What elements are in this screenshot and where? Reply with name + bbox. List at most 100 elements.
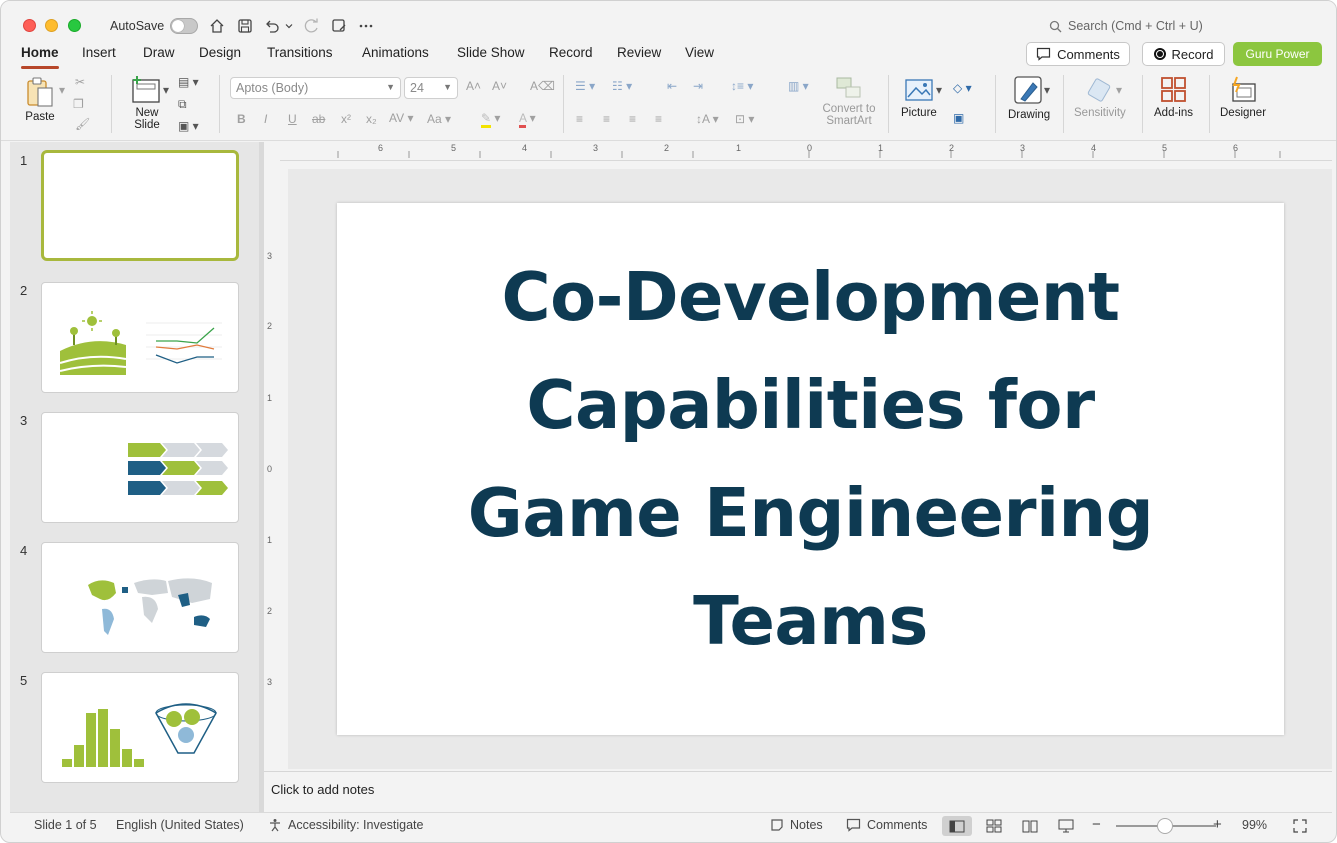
strikethrough-icon[interactable]: ab: [312, 112, 325, 126]
reset-icon[interactable]: ⧉: [178, 97, 187, 112]
drawing-button[interactable]: Drawing: [1008, 75, 1050, 121]
slide-title-line: Co-Development: [501, 258, 1120, 336]
save-as-icon[interactable]: [328, 15, 350, 37]
slide-thumbnail-4[interactable]: [41, 542, 239, 653]
tab-animations[interactable]: Animations: [362, 45, 429, 67]
tab-review[interactable]: Review: [617, 45, 661, 67]
zoom-in-icon[interactable]: +: [1213, 816, 1222, 833]
comments-button[interactable]: Comments: [1026, 42, 1130, 66]
home-icon[interactable]: [206, 15, 228, 37]
decrease-font-icon[interactable]: A˅: [492, 79, 507, 93]
bold-icon[interactable]: B: [237, 112, 246, 126]
convert-smartart-button[interactable]: Convert to SmartArt: [819, 75, 879, 127]
highlight-icon[interactable]: ✎ ▾: [481, 111, 500, 128]
cut-icon[interactable]: ✂: [75, 75, 85, 89]
guru-power-button[interactable]: Guru Power: [1233, 42, 1322, 66]
slide-title[interactable]: Co-Development Capabilities for Game Eng…: [437, 243, 1184, 675]
accessibility-label: Accessibility: Investigate: [288, 818, 424, 832]
slide-thumbnail-1[interactable]: [41, 150, 239, 261]
tab-design[interactable]: Design: [199, 45, 241, 67]
tab-home[interactable]: Home: [21, 45, 59, 69]
font-color-icon[interactable]: A ▾: [519, 111, 536, 128]
record-icon: [1153, 48, 1166, 60]
subscript-icon[interactable]: x₂: [366, 112, 377, 126]
picture-button[interactable]: Picture: [901, 75, 937, 119]
paste-dropdown-icon[interactable]: ▾: [59, 83, 65, 97]
bullets-icon[interactable]: ☰ ▾: [575, 79, 595, 93]
record-button[interactable]: Record: [1142, 42, 1225, 66]
notes-toggle[interactable]: Notes: [770, 818, 823, 832]
align-right-icon[interactable]: ≡: [629, 112, 636, 126]
paste-button[interactable]: Paste: [23, 75, 57, 123]
notes-pane[interactable]: Click to add notes: [264, 771, 1332, 811]
search-icon: [1049, 20, 1062, 32]
shapes-icon[interactable]: ◇ ▾: [953, 81, 972, 95]
slideshow-view-button[interactable]: [1051, 816, 1081, 836]
superscript-icon[interactable]: x²: [341, 112, 351, 126]
tab-insert[interactable]: Insert: [82, 45, 116, 67]
tab-draw[interactable]: Draw: [143, 45, 175, 67]
columns-icon[interactable]: ▥ ▾: [788, 79, 809, 93]
new-slide-dropdown-icon[interactable]: ▾: [163, 83, 169, 97]
slide-sorter-button[interactable]: [979, 816, 1009, 836]
close-window-button[interactable]: [23, 19, 36, 32]
increase-font-icon[interactable]: A˄: [466, 79, 481, 93]
search-box[interactable]: Search (Cmd + Ctrl + U): [1049, 19, 1203, 33]
font-name-select[interactable]: Aptos (Body) ▼: [230, 77, 401, 99]
tab-record[interactable]: Record: [549, 45, 593, 67]
zoom-out-icon[interactable]: −: [1092, 816, 1101, 833]
zoom-level[interactable]: 99%: [1242, 818, 1267, 832]
reading-view-button[interactable]: [1015, 816, 1045, 836]
save-icon[interactable]: [234, 15, 256, 37]
picture-dropdown-icon[interactable]: ▾: [936, 83, 942, 97]
normal-view-button[interactable]: [942, 816, 972, 836]
character-spacing-icon[interactable]: AV ▾: [389, 111, 413, 125]
fit-to-window-button[interactable]: [1285, 816, 1315, 836]
zoom-window-button[interactable]: [68, 19, 81, 32]
sensitivity-button[interactable]: Sensitivity: [1074, 75, 1126, 119]
justify-icon[interactable]: ≡: [655, 112, 662, 126]
increase-indent-icon[interactable]: ⇥: [693, 79, 703, 93]
text-box-icon[interactable]: ▣: [953, 111, 964, 125]
zoom-slider-knob[interactable]: [1157, 818, 1173, 834]
minimize-window-button[interactable]: [45, 19, 58, 32]
undo-icon[interactable]: [261, 15, 283, 37]
slide-thumbnail-5[interactable]: [41, 672, 239, 783]
copy-icon[interactable]: ❐: [73, 97, 84, 111]
tab-slide-show[interactable]: Slide Show: [457, 45, 525, 67]
section-icon[interactable]: ▣ ▾: [178, 119, 199, 133]
font-size-select[interactable]: 24 ▼: [404, 77, 458, 99]
underline-icon[interactable]: U: [288, 112, 297, 126]
new-slide-button[interactable]: New Slide: [127, 75, 167, 131]
format-painter-icon[interactable]: 🖌: [75, 117, 90, 131]
align-left-icon[interactable]: ≡: [576, 112, 583, 126]
redo-icon[interactable]: [301, 15, 323, 37]
designer-button[interactable]: Designer: [1220, 75, 1266, 119]
accessibility-status[interactable]: Accessibility: Investigate: [268, 818, 423, 832]
italic-icon[interactable]: I: [264, 112, 267, 126]
undo-dropdown-icon[interactable]: [282, 15, 296, 37]
numbering-icon[interactable]: ☷ ▾: [612, 79, 632, 93]
layout-icon[interactable]: ▤ ▾: [178, 75, 199, 89]
drawing-dropdown-icon[interactable]: ▾: [1044, 83, 1050, 97]
text-direction-icon[interactable]: ↕A ▾: [696, 112, 719, 126]
tab-transitions[interactable]: Transitions: [267, 45, 333, 67]
decrease-indent-icon[interactable]: ⇤: [667, 79, 677, 93]
align-text-icon[interactable]: ⊡ ▾: [735, 112, 754, 126]
clear-formatting-icon[interactable]: A⌫: [530, 79, 555, 93]
language-status[interactable]: English (United States): [116, 818, 244, 832]
align-center-icon[interactable]: ≡: [603, 112, 610, 126]
change-case-icon[interactable]: Aa ▾: [427, 112, 451, 126]
line-spacing-icon[interactable]: ↕≡ ▾: [731, 79, 753, 93]
record-button-label: Record: [1171, 46, 1214, 62]
slide-thumbnail-2[interactable]: [41, 282, 239, 393]
slide-thumbnail-3[interactable]: [41, 412, 239, 523]
addins-button[interactable]: Add-ins: [1154, 75, 1193, 119]
sensitivity-dropdown-icon[interactable]: ▾: [1116, 83, 1122, 97]
autosave-toggle[interactable]: [170, 18, 198, 34]
more-options-icon[interactable]: [355, 15, 377, 37]
tab-view[interactable]: View: [685, 45, 714, 67]
comments-toggle[interactable]: Comments: [846, 818, 927, 832]
ruler-label: 5: [451, 143, 457, 153]
current-slide[interactable]: Co-Development Capabilities for Game Eng…: [337, 203, 1284, 735]
